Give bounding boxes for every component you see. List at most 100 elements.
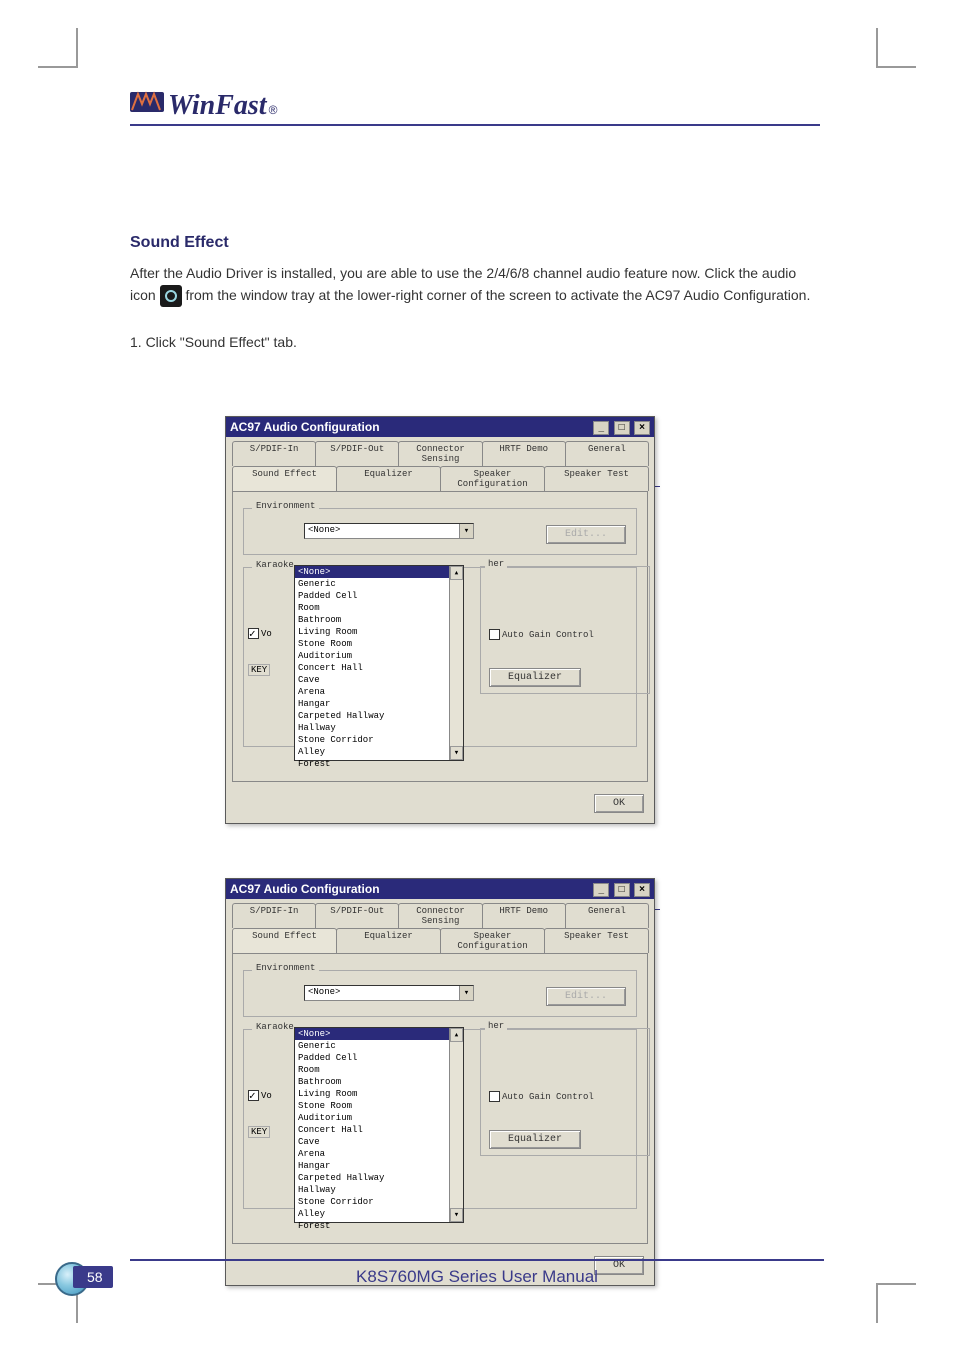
list-item[interactable]: Generic bbox=[295, 578, 463, 590]
environment-combo[interactable]: <None> ▾ bbox=[304, 523, 474, 539]
intro-paragraph: Sound Effect After the Audio Driver is i… bbox=[130, 230, 820, 354]
list-item[interactable]: Carpeted Hallway bbox=[295, 710, 463, 722]
list-item[interactable]: Living Room bbox=[295, 1088, 463, 1100]
list-item[interactable]: Bathroom bbox=[295, 1076, 463, 1088]
list-item[interactable]: Auditorium bbox=[295, 1112, 463, 1124]
titlebar: AC97 Audio Configuration _ □ × bbox=[226, 417, 654, 437]
equalizer-button[interactable]: Equalizer bbox=[489, 668, 581, 687]
list-item[interactable]: Hangar bbox=[295, 1160, 463, 1172]
tab-speaker-test[interactable]: Speaker Test bbox=[544, 466, 649, 491]
list-item[interactable]: Hallway bbox=[295, 722, 463, 734]
chevron-down-icon[interactable]: ▾ bbox=[459, 524, 473, 538]
list-item[interactable]: Carpeted Hallway bbox=[295, 1172, 463, 1184]
list-item[interactable]: <None> bbox=[295, 566, 463, 578]
edit-button[interactable]: Edit... bbox=[546, 987, 626, 1006]
voice-cancel-checkbox[interactable]: Vo bbox=[248, 628, 272, 639]
list-item[interactable]: Auditorium bbox=[295, 650, 463, 662]
close-button[interactable]: × bbox=[634, 421, 650, 435]
crop-mark bbox=[38, 28, 78, 68]
scroll-track[interactable] bbox=[450, 580, 463, 746]
environment-combo[interactable]: <None> ▾ bbox=[304, 985, 474, 1001]
environment-group: Environment <None> ▾ Edit... bbox=[243, 970, 637, 1017]
list-item[interactable]: Bathroom bbox=[295, 614, 463, 626]
footer-text: K8S760MG Series User Manual bbox=[0, 1267, 954, 1287]
tab-hrtf-demo[interactable]: HRTF Demo bbox=[482, 441, 566, 466]
minimize-button[interactable]: _ bbox=[593, 883, 609, 897]
list-item[interactable]: Concert Hall bbox=[295, 662, 463, 674]
titlebar: AC97 Audio Configuration _ □ × bbox=[226, 879, 654, 899]
panel-body: Environment <None> ▾ Edit... Karaoke <No… bbox=[232, 953, 648, 1244]
tab-general[interactable]: General bbox=[565, 441, 649, 466]
scroll-down-button[interactable]: ▾ bbox=[450, 1208, 463, 1222]
list-item[interactable]: Padded Cell bbox=[295, 590, 463, 602]
list-item[interactable]: Alley bbox=[295, 746, 463, 758]
other-group-label: her bbox=[485, 559, 507, 569]
tab-spdif-in[interactable]: S/PDIF-In bbox=[232, 903, 316, 928]
window-title: AC97 Audio Configuration bbox=[230, 420, 380, 434]
list-item[interactable]: Hangar bbox=[295, 698, 463, 710]
minimize-button[interactable]: _ bbox=[593, 421, 609, 435]
tab-general[interactable]: General bbox=[565, 903, 649, 928]
list-item[interactable]: Stone Room bbox=[295, 638, 463, 650]
ok-button[interactable]: OK bbox=[594, 794, 644, 813]
equalizer-button[interactable]: Equalizer bbox=[489, 1130, 581, 1149]
agc-checkbox[interactable]: Auto Gain Control bbox=[489, 629, 641, 640]
titlebar-buttons: _ □ × bbox=[592, 881, 650, 897]
chevron-down-icon[interactable]: ▾ bbox=[459, 986, 473, 1000]
tab-equalizer[interactable]: Equalizer bbox=[336, 928, 441, 953]
list-item[interactable]: Forest bbox=[295, 758, 463, 770]
list-item[interactable]: Alley bbox=[295, 1208, 463, 1220]
scroll-up-button[interactable]: ▴ bbox=[450, 566, 463, 580]
tab-sound-effect[interactable]: Sound Effect bbox=[232, 928, 337, 953]
dialog-window-1: AC97 Audio Configuration _ □ × S/PDIF-In… bbox=[225, 416, 655, 824]
list-item[interactable]: Stone Corridor bbox=[295, 734, 463, 746]
list-item[interactable]: Room bbox=[295, 602, 463, 614]
list-item[interactable]: Arena bbox=[295, 1148, 463, 1160]
list-item[interactable]: Padded Cell bbox=[295, 1052, 463, 1064]
tab-spdif-out[interactable]: S/PDIF-Out bbox=[315, 903, 399, 928]
scrollbar[interactable]: ▴ ▾ bbox=[449, 1028, 463, 1222]
tab-connector-sensing[interactable]: Connector Sensing bbox=[398, 441, 482, 466]
list-item[interactable]: Cave bbox=[295, 1136, 463, 1148]
tab-speaker-config[interactable]: Speaker Configuration bbox=[440, 466, 545, 491]
close-button[interactable]: × bbox=[634, 883, 650, 897]
tab-spdif-out[interactable]: S/PDIF-Out bbox=[315, 441, 399, 466]
page-header: WinFast ® bbox=[130, 90, 904, 126]
scrollbar[interactable]: ▴ ▾ bbox=[449, 566, 463, 760]
key-label: KEY bbox=[248, 1126, 270, 1138]
tab-equalizer[interactable]: Equalizer bbox=[336, 466, 441, 491]
tab-sound-effect[interactable]: Sound Effect bbox=[232, 466, 337, 491]
scroll-down-button[interactable]: ▾ bbox=[450, 746, 463, 760]
list-item[interactable]: Stone Corridor bbox=[295, 1196, 463, 1208]
list-item[interactable]: Cave bbox=[295, 674, 463, 686]
list-item[interactable]: Hallway bbox=[295, 1184, 463, 1196]
tab-speaker-config[interactable]: Speaker Configuration bbox=[440, 928, 545, 953]
list-item[interactable]: Concert Hall bbox=[295, 1124, 463, 1136]
crop-mark bbox=[876, 1283, 916, 1323]
maximize-button[interactable]: □ bbox=[614, 883, 630, 897]
tab-speaker-test[interactable]: Speaker Test bbox=[544, 928, 649, 953]
environment-dropdown-list[interactable]: <None> Generic Padded Cell Room Bathroom… bbox=[294, 1028, 464, 1223]
list-item[interactable]: Living Room bbox=[295, 626, 463, 638]
list-item[interactable]: Forest bbox=[295, 1220, 463, 1232]
environment-label: Environment bbox=[252, 501, 319, 511]
tab-hrtf-demo[interactable]: HRTF Demo bbox=[482, 903, 566, 928]
edit-button[interactable]: Edit... bbox=[546, 525, 626, 544]
environment-dropdown-list[interactable]: <None> Generic Padded Cell Room Bathroom… bbox=[294, 566, 464, 761]
maximize-button[interactable]: □ bbox=[614, 421, 630, 435]
list-item[interactable]: Room bbox=[295, 1064, 463, 1076]
list-item[interactable]: Arena bbox=[295, 686, 463, 698]
scroll-track[interactable] bbox=[450, 1042, 463, 1208]
agc-checkbox[interactable]: Auto Gain Control bbox=[489, 1091, 641, 1102]
environment-group: Environment <None> ▾ Edit... bbox=[243, 508, 637, 555]
tab-connector-sensing[interactable]: Connector Sensing bbox=[398, 903, 482, 928]
tab-spdif-in[interactable]: S/PDIF-In bbox=[232, 441, 316, 466]
karaoke-group: Karaoke <None> Generic Padded Cell Room … bbox=[243, 1029, 637, 1209]
voice-cancel-checkbox[interactable]: Vo bbox=[248, 1090, 272, 1101]
scroll-up-button[interactable]: ▴ bbox=[450, 1028, 463, 1042]
list-item[interactable]: Stone Room bbox=[295, 1100, 463, 1112]
list-item[interactable]: <None> bbox=[295, 1028, 463, 1040]
tab-strip: S/PDIF-In S/PDIF-Out Connector Sensing H… bbox=[226, 899, 654, 953]
list-item[interactable]: Generic bbox=[295, 1040, 463, 1052]
page-number-badge: 58 bbox=[55, 1262, 101, 1296]
